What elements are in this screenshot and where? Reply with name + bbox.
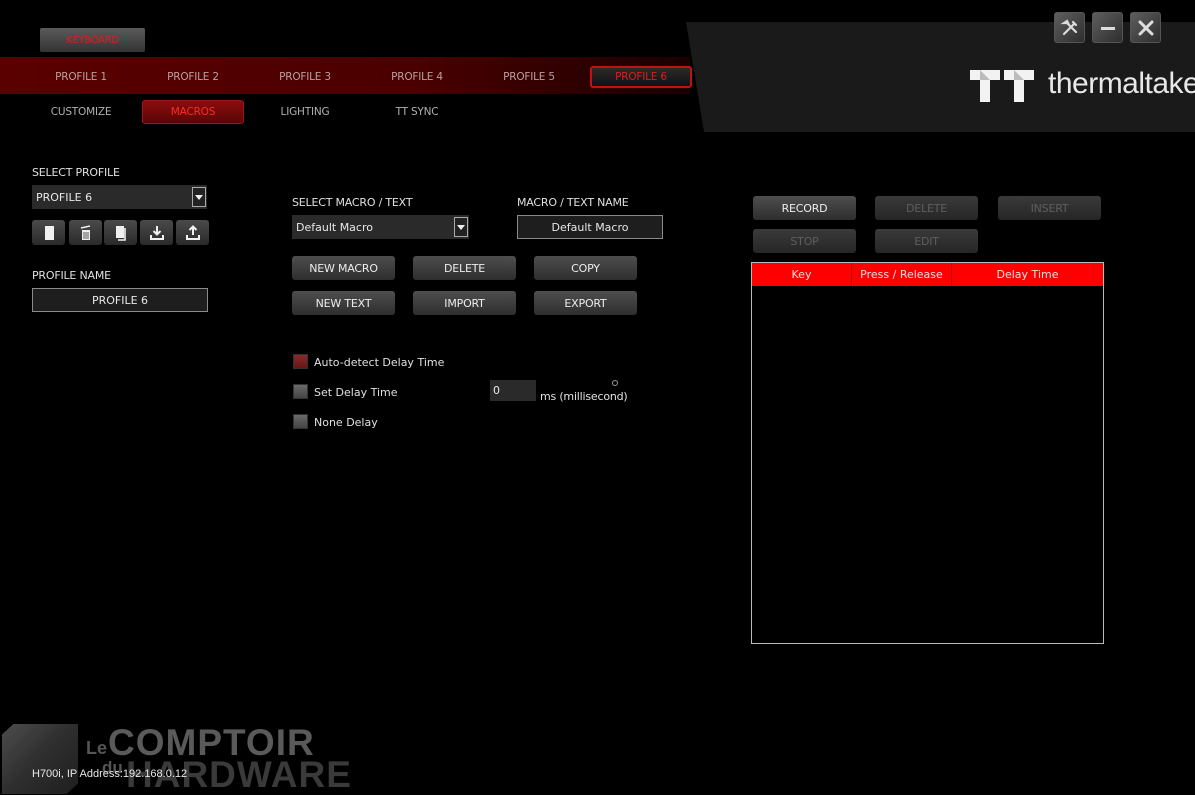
macro-name-label: MACRO / TEXT NAME [517, 196, 629, 209]
copy-icon [115, 225, 126, 241]
delay-time-input[interactable]: 0 [490, 380, 536, 401]
copy-macro-button[interactable]: COPY [534, 256, 637, 280]
edit-button[interactable]: EDIT [875, 229, 978, 253]
profile-tab-bar: PROFILE 1 PROFILE 2 PROFILE 3 PROFILE 4 … [0, 57, 692, 94]
thermaltake-logo: thermaltake [970, 67, 1195, 102]
profile-tab-5[interactable]: PROFILE 5 [478, 66, 580, 88]
select-macro-label: SELECT MACRO / TEXT [292, 196, 413, 209]
record-button[interactable]: RECORD [753, 196, 856, 220]
table-header: Key Press / Release Delay Time [752, 263, 1103, 286]
column-delay-time: Delay Time [996, 268, 1059, 281]
chevron-down-icon[interactable] [454, 217, 468, 237]
export-button[interactable]: EXPORT [534, 291, 637, 315]
set-delay-checkbox[interactable] [293, 384, 308, 399]
profile-select[interactable]: PROFILE 6 [32, 185, 207, 209]
macro-select[interactable]: Default Macro [292, 215, 469, 239]
tab-customize[interactable]: CUSTOMIZE [30, 100, 132, 124]
auto-detect-delay-checkbox[interactable] [293, 354, 308, 369]
device-tab-keyboard[interactable]: KEYBOARD [40, 28, 145, 52]
upload-icon [185, 224, 200, 240]
profile-name-input[interactable]: PROFILE 6 [32, 288, 208, 312]
download-icon [149, 225, 164, 240]
import-button[interactable]: IMPORT [413, 291, 516, 315]
macro-name-input[interactable]: Default Macro [517, 215, 663, 239]
settings-icon [1059, 18, 1077, 35]
import-profile-button[interactable] [140, 220, 173, 245]
watermark-cube-icon [2, 724, 78, 794]
tab-tt-sync[interactable]: TT SYNC [366, 100, 468, 124]
minimize-icon [1100, 26, 1115, 30]
tt-logo-icon [970, 70, 1034, 102]
auto-detect-delay-label: Auto-detect Delay Time [314, 356, 445, 369]
none-delay-checkbox[interactable] [293, 414, 308, 429]
new-profile-icon [44, 225, 54, 240]
new-profile-button[interactable] [32, 220, 65, 245]
profile-tab-4[interactable]: PROFILE 4 [366, 66, 468, 88]
delete-macro-button[interactable]: DELETE [413, 256, 516, 280]
column-key: Key [752, 263, 852, 286]
close-button[interactable] [1130, 12, 1161, 43]
chevron-down-icon[interactable] [192, 187, 206, 207]
minimize-button[interactable] [1092, 12, 1123, 43]
tab-macros[interactable]: MACROS [142, 100, 244, 124]
new-text-button[interactable]: NEW TEXT [292, 291, 395, 315]
profile-name-label: PROFILE NAME [32, 269, 111, 282]
watermark: Le COMPTOIR HARDWARE du [0, 718, 370, 795]
ring-icon [612, 380, 618, 386]
close-icon [1138, 20, 1153, 35]
select-profile-label: SELECT PROFILE [32, 166, 120, 179]
profile-select-value: PROFILE 6 [36, 190, 93, 204]
profile-tab-2[interactable]: PROFILE 2 [142, 66, 244, 88]
delete-key-button[interactable]: DELETE [875, 196, 978, 220]
profile-tab-1[interactable]: PROFILE 1 [30, 66, 132, 88]
delete-profile-button[interactable] [69, 220, 102, 245]
settings-button[interactable] [1054, 12, 1085, 43]
export-profile-button[interactable] [176, 220, 209, 245]
macro-key-table[interactable]: Key Press / Release Delay Time [751, 262, 1104, 644]
watermark-le: Le [86, 738, 108, 758]
stop-button[interactable]: STOP [753, 229, 856, 253]
delay-unit-label: ms (millisecond) [540, 390, 628, 403]
set-delay-label: Set Delay Time [314, 386, 398, 399]
insert-button[interactable]: INSERT [998, 196, 1101, 220]
profile-tab-3[interactable]: PROFILE 3 [254, 66, 356, 88]
profile-tab-6[interactable]: PROFILE 6 [590, 66, 692, 88]
trash-icon [80, 224, 90, 240]
status-bar: H700i, IP Address:192.168.0.12 [32, 768, 188, 780]
none-delay-label: None Delay [314, 416, 378, 429]
copy-profile-button[interactable] [104, 220, 137, 245]
column-press-release: Press / Release [852, 263, 952, 286]
macro-select-value: Default Macro [296, 220, 373, 234]
new-macro-button[interactable]: NEW MACRO [292, 256, 395, 280]
brand-name: thermaltake [1048, 67, 1195, 100]
tab-lighting[interactable]: LIGHTING [254, 100, 356, 124]
